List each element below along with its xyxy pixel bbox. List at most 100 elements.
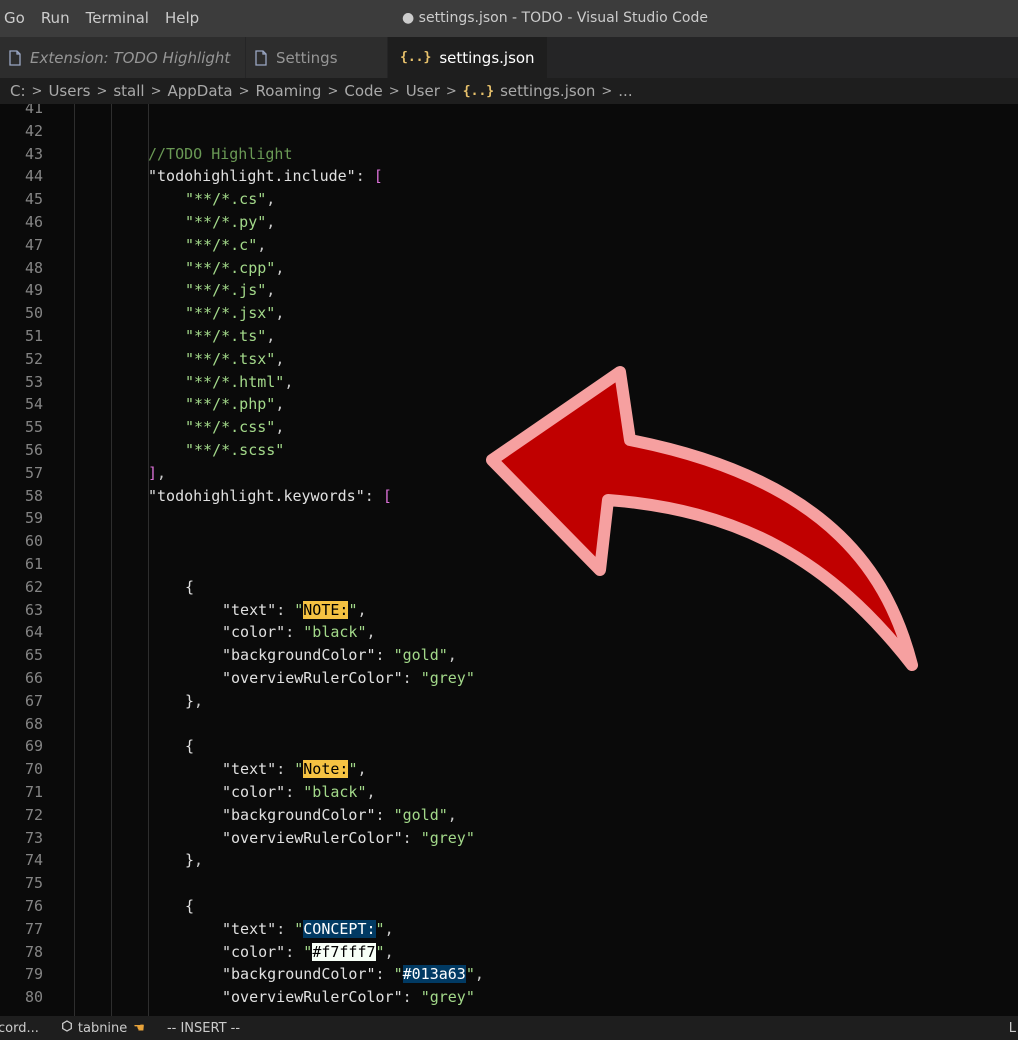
code-token: "backgroundColor": [222, 965, 376, 984]
code-token: ,: [266, 190, 276, 209]
code-line[interactable]: 71 "color": "black",: [0, 781, 1018, 804]
tab-settings-json[interactable]: {..} settings.json: [388, 37, 548, 78]
code-line[interactable]: 73 "overviewRulerColor": "grey": [0, 827, 1018, 850]
code-line[interactable]: 50 "**/*.jsx",: [0, 302, 1018, 325]
code-token: ,: [366, 783, 376, 801]
code-line[interactable]: 72 "backgroundColor": "gold",: [0, 804, 1018, 827]
code-line[interactable]: 79 "backgroundColor": "#013a63",: [0, 963, 1018, 986]
tabnine-label: tabnine: [77, 1020, 128, 1036]
code-token: :: [355, 167, 374, 186]
breadcrumb-segment[interactable]: AppData: [168, 82, 233, 100]
code-text: {: [185, 895, 194, 918]
status-left[interactable]: cord...: [0, 1021, 39, 1036]
code-line[interactable]: 51 "**/*.ts",: [0, 325, 1018, 348]
code-token: ,: [194, 851, 204, 870]
code-line[interactable]: 70 "text": "Note:",: [0, 758, 1018, 781]
breadcrumb-segment[interactable]: Roaming: [256, 82, 322, 100]
code-token: //TODO Highlight: [148, 144, 293, 163]
code-line[interactable]: 67},: [0, 690, 1018, 713]
code-line[interactable]: 43 //TODO Highlight: [0, 143, 1018, 166]
code-line[interactable]: 46 "**/*.py",: [0, 211, 1018, 234]
code-token: :: [285, 942, 304, 961]
line-number: 72: [24, 805, 43, 824]
breadcrumb-more[interactable]: ...: [618, 82, 632, 100]
code-token: [: [382, 486, 392, 505]
code-text: "**/*.c",: [185, 234, 266, 257]
code-token: "**/*.php": [185, 395, 276, 414]
code-text: {: [185, 576, 194, 599]
code-line[interactable]: 77 "text": "CONCEPT:",: [0, 918, 1018, 941]
chevron-right-icon: >: [601, 83, 613, 99]
code-token: "todohighlight.keywords": [148, 486, 365, 505]
breadcrumb-file[interactable]: settings.json: [500, 82, 595, 100]
line-number: 69: [24, 737, 43, 756]
line-number: 62: [24, 577, 43, 596]
line-number: 45: [24, 190, 43, 209]
line-number: 48: [24, 258, 43, 277]
breadcrumb-segment[interactable]: Code: [344, 82, 382, 100]
code-token: "**/*.c": [185, 235, 258, 254]
code-text: "overviewRulerColor": "grey": [222, 667, 475, 690]
code-text: "text": "NOTE:",: [222, 599, 367, 622]
status-right[interactable]: L: [1009, 1021, 1016, 1036]
code-line[interactable]: 41: [0, 104, 1018, 120]
line-number: 44: [24, 167, 43, 186]
code-token: "gold": [393, 805, 448, 824]
code-token: "backgroundColor": [222, 646, 376, 665]
code-token: NOTE:: [303, 600, 349, 619]
code-token: ,: [357, 760, 367, 779]
code-text: "overviewRulerColor": "grey": [222, 827, 475, 850]
line-number: 64: [24, 623, 43, 642]
tabnine-status[interactable]: tabnine ☚: [61, 1020, 145, 1036]
code-token: ,: [266, 213, 276, 231]
breadcrumb-segment[interactable]: Users: [48, 82, 90, 100]
line-number: 65: [24, 646, 43, 665]
breadcrumb-segment[interactable]: User: [406, 82, 440, 100]
chevron-right-icon: >: [445, 83, 457, 99]
code-line[interactable]: 49 "**/*.js",: [0, 279, 1018, 302]
line-number: 71: [24, 783, 43, 801]
breadcrumb-segment[interactable]: stall: [113, 82, 144, 100]
tab-extension-todo-highlight[interactable]: Extension: TODO Highlight: [0, 37, 246, 78]
chevron-right-icon: >: [388, 83, 400, 99]
code-line[interactable]: 45 "**/*.cs",: [0, 188, 1018, 211]
code-token: "**/*.jsx": [185, 304, 276, 323]
code-token: "overviewRulerColor": [222, 988, 403, 1007]
code-token: ,: [157, 463, 167, 482]
code-text: "overviewRulerColor": "grey": [222, 986, 475, 1009]
line-number: 61: [24, 555, 43, 573]
line-number: 68: [24, 714, 43, 733]
code-token: "grey": [420, 988, 475, 1007]
breadcrumb-segment[interactable]: C:: [10, 82, 26, 100]
code-line[interactable]: 44 "todohighlight.include": [: [0, 165, 1018, 188]
line-number: 43: [24, 144, 43, 163]
code-token: }: [185, 691, 195, 710]
code-line[interactable]: 69 {: [0, 735, 1018, 758]
code-text: "color": "black",: [222, 621, 376, 644]
code-text: "**/*.ts",: [185, 325, 275, 348]
code-text: //TODO Highlight: [148, 143, 293, 166]
line-number: 46: [24, 213, 43, 231]
code-token: "**/*.tsx": [185, 349, 276, 368]
line-number: 58: [24, 486, 43, 505]
code-line[interactable]: 76 {: [0, 895, 1018, 918]
code-token: :: [375, 965, 394, 984]
hand-icon: ☚: [133, 1020, 145, 1036]
code-token: :: [285, 783, 304, 801]
code-line[interactable]: 80 "overviewRulerColor": "grey": [0, 986, 1018, 1009]
code-line[interactable]: 68: [0, 713, 1018, 736]
code-line[interactable]: 48 "**/*.cpp",: [0, 257, 1018, 280]
code-token: "text": [222, 919, 277, 938]
code-line[interactable]: 75: [0, 872, 1018, 895]
code-text: "backgroundColor": "#013a63",: [222, 963, 484, 986]
code-token: "**/*.html": [185, 372, 285, 391]
code-line[interactable]: 78 "color": "#f7fff7",: [0, 941, 1018, 964]
code-line[interactable]: 42: [0, 120, 1018, 143]
code-line[interactable]: 47 "**/*.c",: [0, 234, 1018, 257]
line-number: 49: [24, 281, 43, 300]
code-token: "**/*.js": [185, 281, 267, 300]
tab-settings[interactable]: Settings: [246, 37, 388, 78]
code-token: ,: [275, 304, 285, 323]
red-arrow-annotation: [486, 366, 918, 671]
code-line[interactable]: 74},: [0, 849, 1018, 872]
